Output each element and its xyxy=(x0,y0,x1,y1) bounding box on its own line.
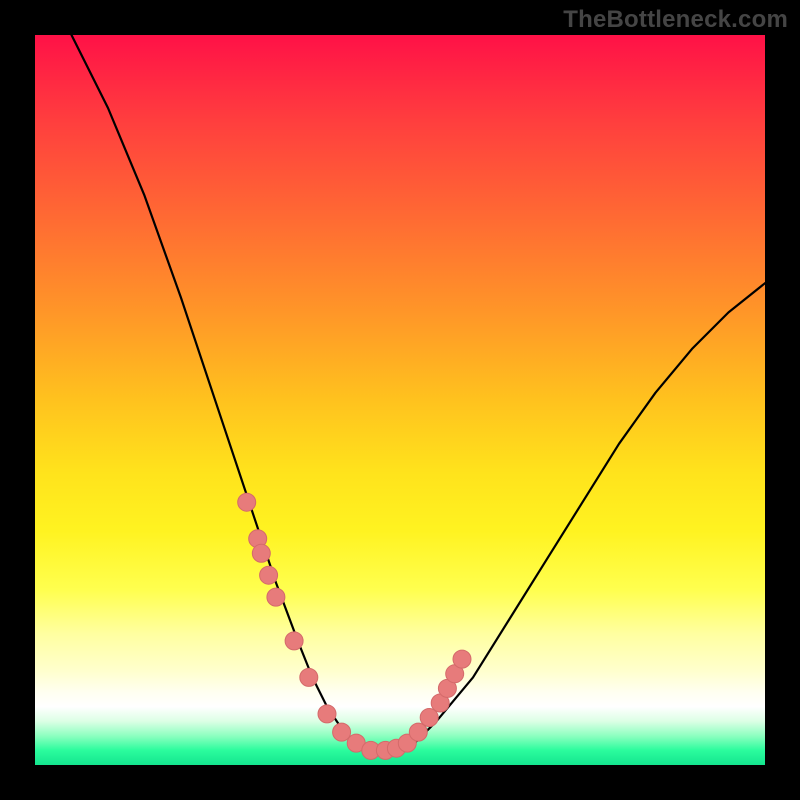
chart-frame: TheBottleneck.com xyxy=(0,0,800,800)
data-marker xyxy=(285,632,303,650)
data-marker xyxy=(238,493,256,511)
data-marker xyxy=(260,566,278,584)
data-marker xyxy=(267,588,285,606)
data-marker xyxy=(318,705,336,723)
marker-group xyxy=(238,493,471,759)
plot-area xyxy=(35,35,765,765)
watermark-text: TheBottleneck.com xyxy=(563,6,788,34)
bottleneck-curve xyxy=(72,35,766,750)
data-marker xyxy=(333,723,351,741)
data-marker xyxy=(300,668,318,686)
data-marker xyxy=(453,650,471,668)
data-marker xyxy=(252,544,270,562)
chart-svg xyxy=(35,35,765,765)
